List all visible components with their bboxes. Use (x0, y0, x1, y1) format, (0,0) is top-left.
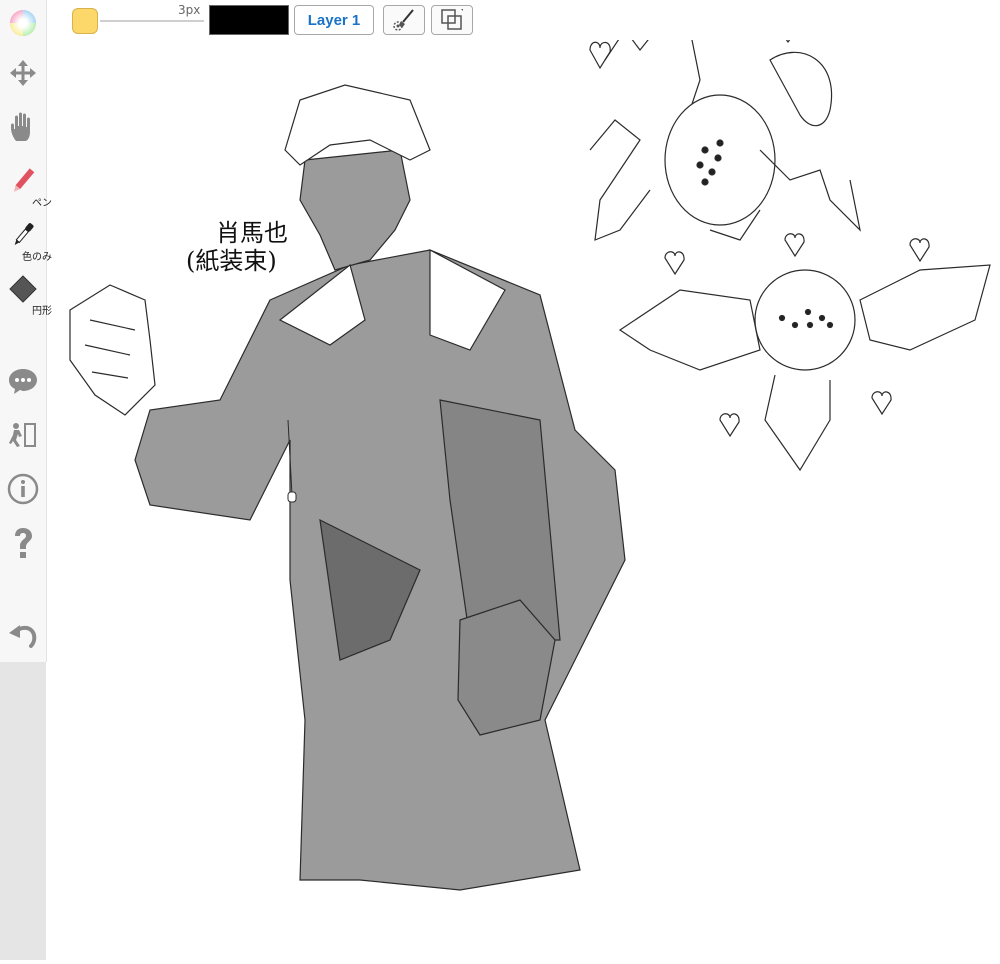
info-icon (7, 473, 39, 505)
exit-button[interactable] (0, 412, 46, 458)
exit-door-icon (9, 423, 36, 447)
shape-tool-button[interactable]: 円形 (0, 266, 52, 317)
transform-icon (441, 9, 463, 30)
man-figure (134, 84, 626, 891)
undo-arrow-icon (9, 625, 37, 648)
brush-gear-icon (393, 9, 414, 31)
eyedropper-icon (14, 223, 34, 245)
pen-tool-button[interactable]: ペン (0, 158, 52, 209)
info-button[interactable] (0, 466, 46, 512)
brush-size-label: 3px (178, 3, 201, 17)
move-tool-button[interactable] (0, 50, 46, 96)
layer-button[interactable]: Layer 1 (294, 5, 374, 35)
transform-button[interactable] (431, 5, 473, 35)
caption-line-1: 肖馬也 (216, 219, 288, 247)
creature-sketch-top (589, 21, 861, 241)
hand-tool-button[interactable] (0, 104, 46, 150)
layer-settings-button[interactable] (383, 5, 425, 35)
chat-button[interactable] (0, 358, 46, 404)
color-wheel-icon (10, 10, 36, 36)
color-wheel-button[interactable] (0, 0, 46, 46)
current-color-swatch[interactable] (72, 8, 98, 34)
stroke-color-box[interactable] (209, 5, 289, 35)
drawing-canvas[interactable]: 肖馬也 (紙装束) (46, 21, 1000, 960)
sidebar-empty-area (0, 662, 46, 960)
diamond-shape-icon (9, 275, 37, 303)
brush-size-slider[interactable] (100, 20, 204, 22)
hand-icon (11, 112, 30, 141)
handwritten-caption: 肖馬也 (紙装束) (186, 219, 288, 275)
chat-bubble-icon (9, 369, 37, 394)
eyedropper-tool-button[interactable]: 色のみ (0, 212, 52, 263)
undo-button[interactable] (0, 612, 46, 658)
caption-line-2: (紙装束) (186, 246, 277, 275)
move-arrows-icon (10, 60, 36, 86)
raised-hand-sketch (69, 284, 156, 416)
pen-icon (14, 168, 35, 192)
help-button[interactable] (0, 520, 46, 566)
sketch-illustration (69, 21, 991, 891)
help-question-icon (15, 528, 32, 558)
creature-sketch-bottom (618, 233, 991, 472)
tool-sidebar: ペン 色のみ 円形 (0, 0, 52, 662)
